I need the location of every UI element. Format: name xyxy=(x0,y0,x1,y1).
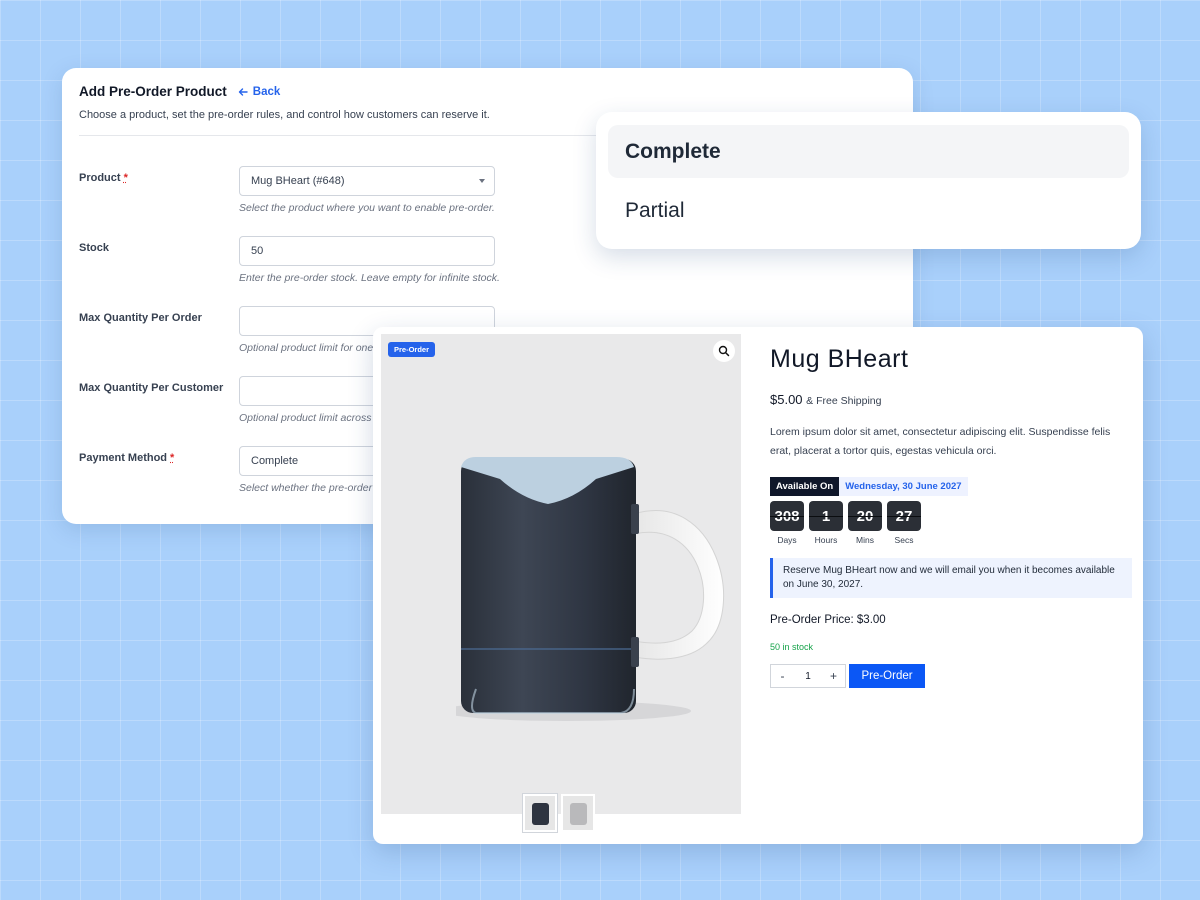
available-date: Wednesday, 30 June 2027 xyxy=(839,477,968,496)
stock-input-value: 50 xyxy=(251,245,264,257)
thumbnail-strip xyxy=(522,793,595,833)
product-title: Mug BHeart xyxy=(770,345,909,373)
quantity-input[interactable] xyxy=(794,670,822,682)
countdown-label: Secs xyxy=(894,535,914,545)
countdown-secs: 27 Secs xyxy=(887,501,921,545)
max-per-order-label: Max Quantity Per Order xyxy=(79,312,202,324)
stock-input[interactable]: 50 xyxy=(239,236,495,266)
stock-status: 50 in stock xyxy=(770,642,814,652)
dropdown-option-complete[interactable]: Complete xyxy=(608,125,1129,178)
countdown-value: 308 xyxy=(770,501,804,531)
preorder-notice: Reserve Mug BHeart now and we will email… xyxy=(770,558,1132,598)
required-marker: * xyxy=(170,452,175,464)
countdown-label: Days xyxy=(777,535,797,545)
payment-method-label: Payment Method * xyxy=(79,452,174,464)
stock-help: Enter the pre-order stock. Leave empty f… xyxy=(239,272,500,284)
payment-method-label-text: Payment Method xyxy=(79,452,168,464)
countdown-mins: 20 Mins xyxy=(848,501,882,545)
available-on-label: Available On xyxy=(770,477,840,496)
availability-row: Available On Wednesday, 30 June 2027 xyxy=(770,477,1132,496)
dropdown-option-partial[interactable]: Partial xyxy=(608,184,1129,237)
preorder-price: Pre-Order Price: $3.00 xyxy=(770,614,886,626)
required-marker: * xyxy=(123,172,128,184)
thumbnail-mug-shape xyxy=(532,803,549,825)
product-description: Lorem ipsum dolor sit amet, consectetur … xyxy=(770,426,1111,457)
countdown-value: 1 xyxy=(809,501,843,531)
stock-label: Stock xyxy=(79,242,109,254)
chevron-down-icon xyxy=(479,179,485,183)
product-help: Select the product where you want to ena… xyxy=(239,202,495,214)
quantity-stepper: - + xyxy=(770,664,846,688)
product-preview-card: Pre-Order Mug BHeart $5.00 & Free Shippi… xyxy=(373,327,1143,844)
countdown-timer: 308 Days 1 Hours 20 Mins 27 Secs xyxy=(770,501,1132,545)
page-title: Add Pre-Order Product xyxy=(79,84,227,99)
title-row: Add Pre-Order Product Back xyxy=(79,84,896,99)
back-label: Back xyxy=(252,85,281,98)
price-row: $5.00 & Free Shipping xyxy=(770,392,1132,407)
product-price: $5.00 xyxy=(770,392,803,407)
preorder-button[interactable]: Pre-Order xyxy=(849,664,925,688)
countdown-label: Hours xyxy=(814,535,838,545)
payment-method-value: Complete xyxy=(251,455,299,467)
payment-method-dropdown: Complete Partial xyxy=(596,112,1141,249)
add-to-cart-row: - + Pre-Order xyxy=(770,664,1132,688)
product-select[interactable]: Mug BHeart (#648) xyxy=(239,166,495,196)
product-select-value: Mug BHeart (#648) xyxy=(251,175,345,187)
thumbnail-mug-shape xyxy=(570,803,587,825)
product-label: Product * xyxy=(79,172,128,184)
preorder-badge: Pre-Order xyxy=(388,342,436,357)
zoom-button[interactable] xyxy=(713,340,735,362)
back-link[interactable]: Back xyxy=(237,85,281,98)
thumbnail-dark-mug[interactable] xyxy=(522,793,558,833)
mug-image[interactable] xyxy=(456,449,736,739)
quantity-increase-button[interactable]: + xyxy=(822,669,845,683)
arrow-left-icon xyxy=(238,87,248,96)
zoom-icon xyxy=(718,345,730,357)
product-gallery: Pre-Order xyxy=(381,334,741,814)
shipping-note: & Free Shipping xyxy=(806,395,882,407)
quantity-decrease-button[interactable]: - xyxy=(771,669,794,683)
product-info: Mug BHeart $5.00 & Free Shipping Lorem i… xyxy=(770,345,1132,688)
thumbnail-light-mug[interactable] xyxy=(561,794,595,832)
countdown-value: 20 xyxy=(848,501,882,531)
product-label-text: Product xyxy=(79,172,121,184)
countdown-label: Mins xyxy=(856,535,874,545)
max-per-customer-label: Max Quantity Per Customer xyxy=(79,382,224,394)
countdown-hours: 1 Hours xyxy=(809,501,843,545)
countdown-days: 308 Days xyxy=(770,501,804,545)
countdown-value: 27 xyxy=(887,501,921,531)
